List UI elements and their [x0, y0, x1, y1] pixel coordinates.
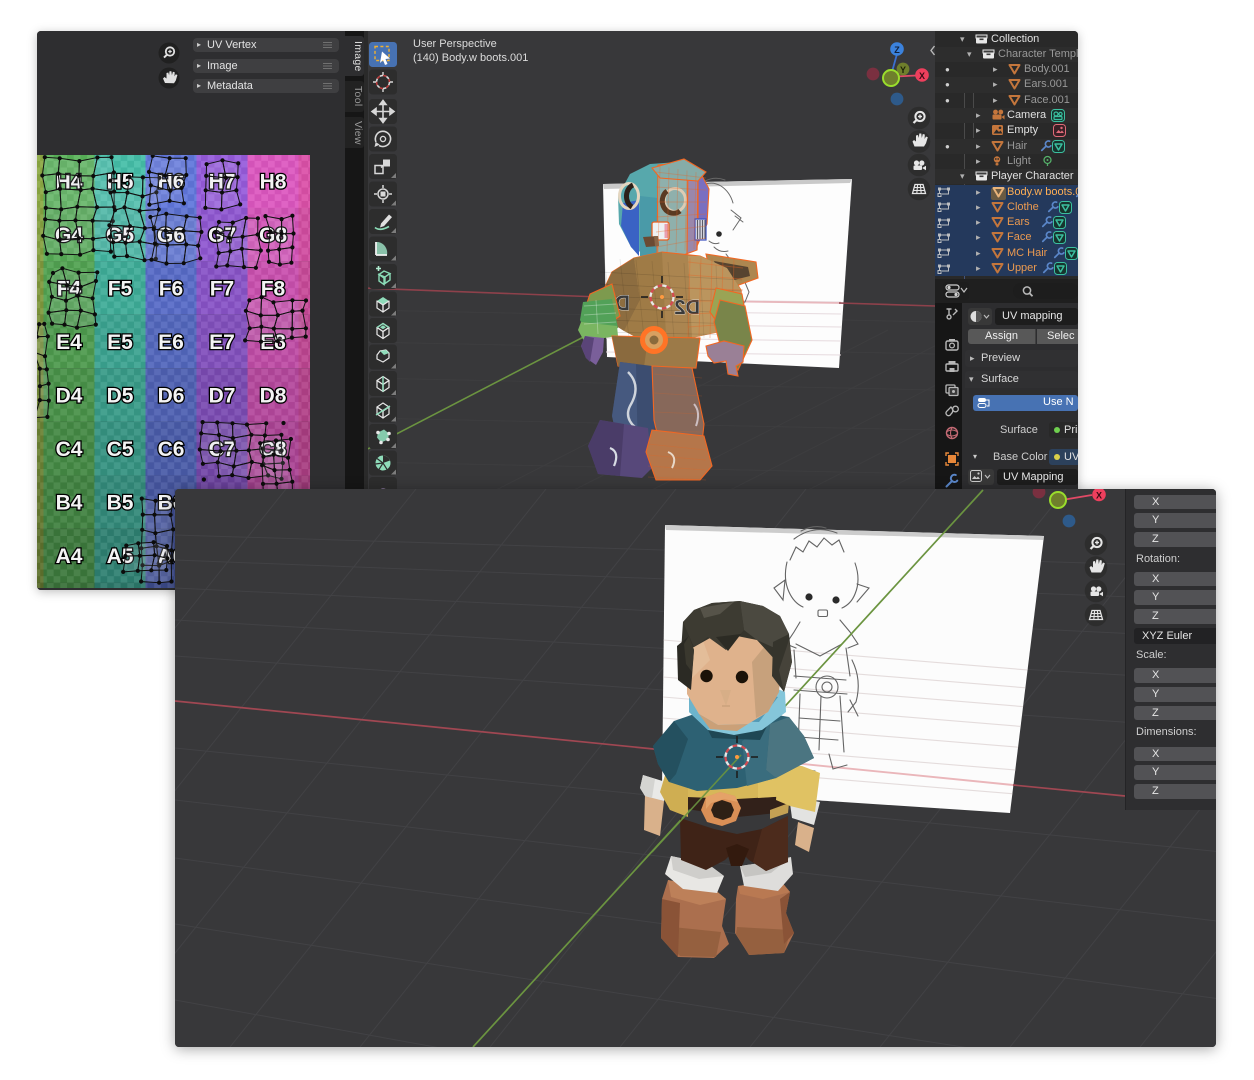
- svg-text:Z: Z: [894, 45, 900, 55]
- svg-text:B5: B5: [107, 492, 134, 515]
- svg-text:X: X: [919, 71, 925, 81]
- svg-text:A4: A4: [56, 545, 83, 568]
- svg-text:D8: D8: [260, 385, 287, 408]
- svg-text:E7: E7: [209, 331, 235, 354]
- svg-text:E4: E4: [56, 331, 82, 354]
- svg-text:Y: Y: [900, 65, 906, 75]
- svg-text:D6: D6: [158, 385, 185, 408]
- svg-text:User Perspective: User Perspective: [413, 38, 497, 50]
- svg-text:E6: E6: [158, 331, 184, 354]
- svg-text:E5: E5: [107, 331, 133, 354]
- svg-text:D7: D7: [209, 385, 236, 408]
- svg-text:C5: C5: [107, 438, 134, 461]
- svg-text:X: X: [1096, 491, 1102, 501]
- svg-text:F5: F5: [108, 278, 133, 301]
- svg-text:F7: F7: [210, 278, 235, 301]
- svg-text:F6: F6: [159, 278, 184, 301]
- svg-text:H8: H8: [260, 171, 287, 194]
- svg-text:C6: C6: [158, 438, 185, 461]
- svg-text:C4: C4: [56, 438, 83, 461]
- svg-text:B4: B4: [56, 492, 83, 515]
- svg-text:D2: D2: [674, 297, 700, 319]
- svg-text:D4: D4: [56, 385, 83, 408]
- svg-text:D5: D5: [107, 385, 134, 408]
- svg-text:(140) Body.w boots.001: (140) Body.w boots.001: [413, 52, 528, 64]
- svg-text:F8: F8: [261, 278, 286, 301]
